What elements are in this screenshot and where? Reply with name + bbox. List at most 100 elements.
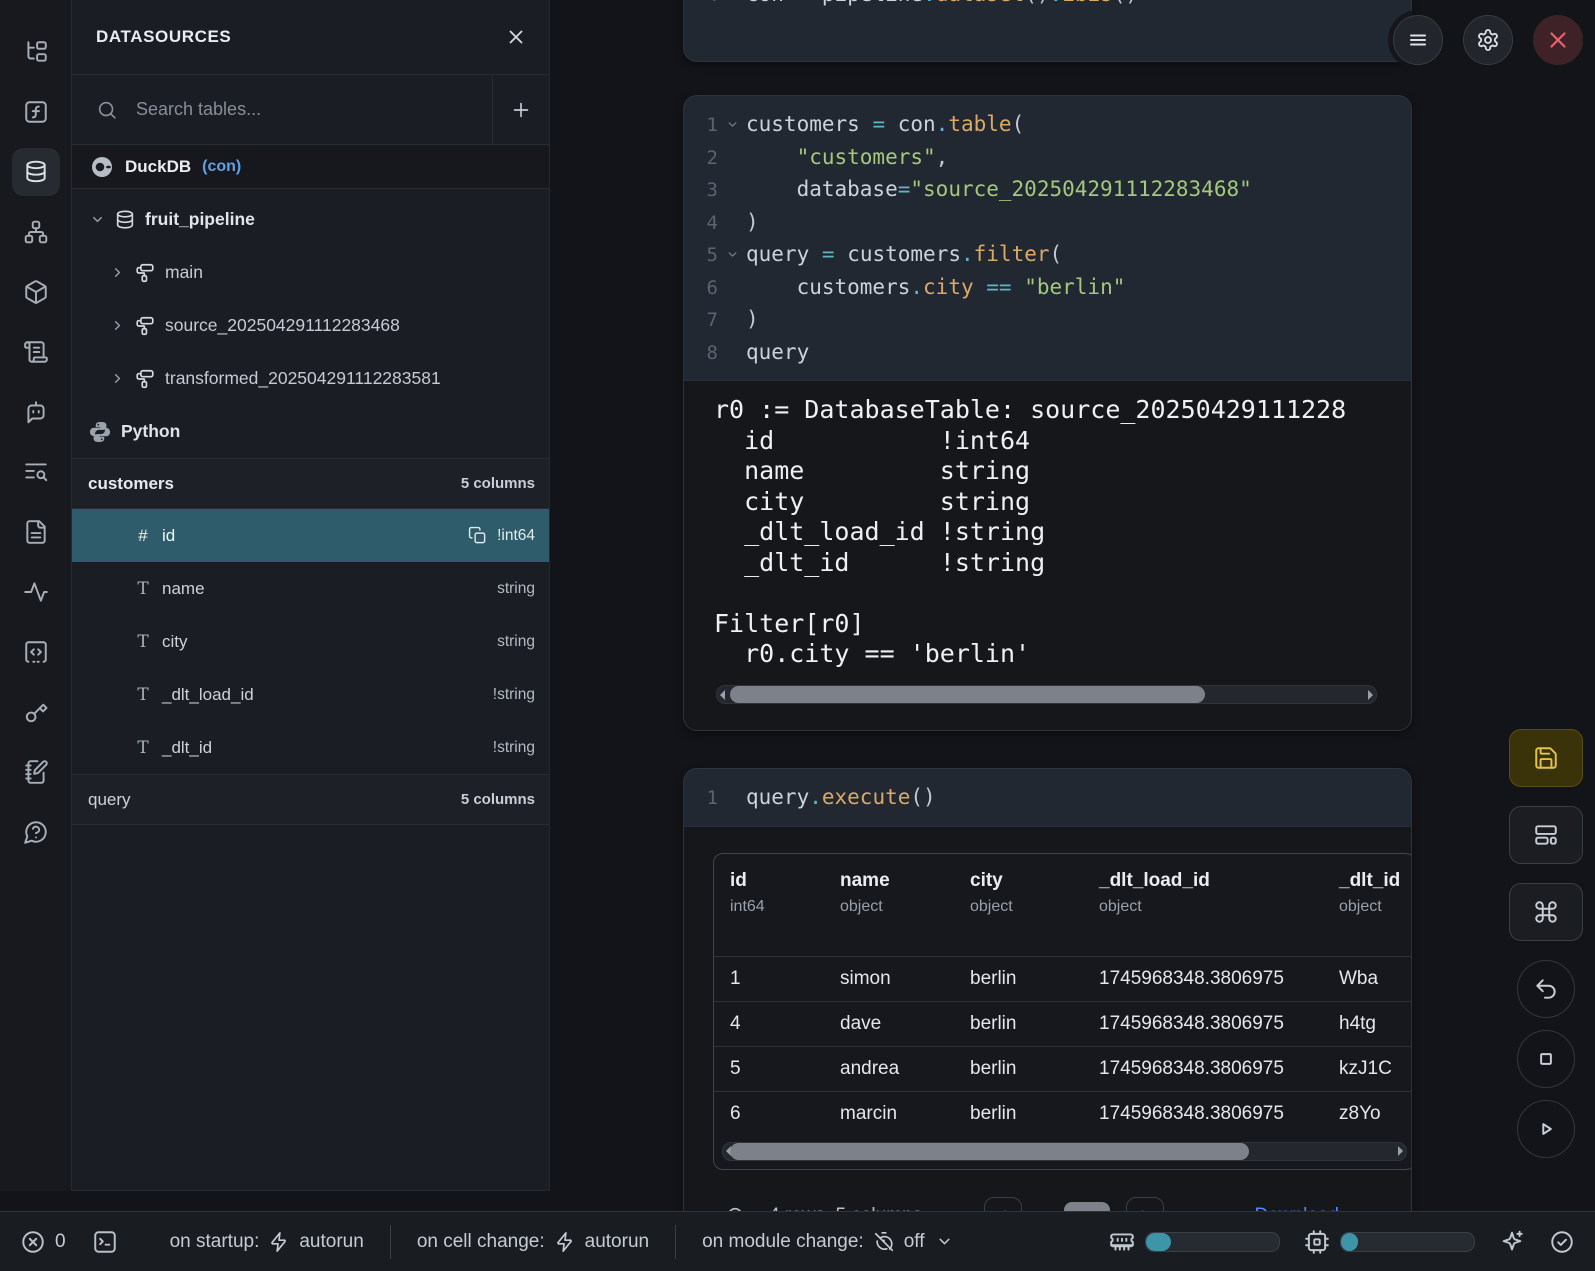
add-datasource-button[interactable] [492,75,549,144]
chevron-down-icon [726,248,739,261]
search-input[interactable] [134,98,492,121]
config-value: off [904,1231,925,1253]
output-h-scrollbar[interactable] [716,685,1377,704]
error-indicator[interactable]: 0 [20,1229,66,1255]
text-type-icon: T [132,632,154,652]
column-header-id[interactable]: idint64 [714,854,824,956]
rail-item-database[interactable] [12,148,60,196]
code-cell-execute[interactable]: 1query.execute() idint64nameobjectcityob… [683,768,1412,1211]
duckdb-logo-icon [90,155,114,179]
column-row-city[interactable]: Tcitystring [72,615,549,668]
column-row-_dlt_load_id[interactable]: T_dlt_load_id!string [72,668,549,721]
code-line[interactable]: 6 customers.city == "berlin" [684,271,1411,304]
datasources-panel: DATASOURCES DuckDB (con) fruit_pipeline … [72,0,550,1191]
python-section-row[interactable]: Python [72,405,549,458]
terminal-button[interactable] [92,1229,118,1255]
code-line[interactable]: 4con = pipeline.dataset().ibis() [684,0,1411,10]
chevron-right-icon [110,265,125,280]
run-config-2[interactable]: on module change:off [676,1231,978,1253]
command-button[interactable] [1509,883,1583,941]
close-panel-button[interactable] [505,26,527,48]
rail-item-activity[interactable] [12,568,60,616]
table-row[interactable]: 6marcinberlin1745968348.3806975z8Yo [714,1091,1412,1136]
database-row[interactable]: fruit_pipeline [72,193,549,246]
rail-item-list-search[interactable] [12,448,60,496]
prev-page-button[interactable] [984,1197,1022,1212]
rail-item-scroll-text[interactable] [12,328,60,376]
run-config-1[interactable]: on cell change:autorun [391,1231,675,1253]
stop-button[interactable] [1517,1030,1575,1088]
rail-item-box[interactable] [12,268,60,316]
rail-item-key[interactable] [12,688,60,736]
table-section-customers[interactable]: customers5 columns [72,458,549,509]
hash-type-icon: # [132,526,154,546]
table-row[interactable]: 4daveberlin1745968348.3806975h4tg [714,1001,1412,1046]
config-value: autorun [585,1231,649,1253]
menu-button[interactable] [1393,15,1443,65]
column-header-_dlt_load_id[interactable]: _dlt_load_idobject [1083,854,1323,956]
scroll-right-arrow[interactable] [1368,690,1373,700]
connection-status-button[interactable] [1549,1229,1575,1255]
save-button[interactable] [1509,729,1583,787]
column-row-id[interactable]: #id!int64 [72,509,549,562]
code-cell-setup[interactable]: 3pipeline = dlt.pipeline(pipeline_name="… [683,0,1412,62]
code-line[interactable]: 5query = customers.filter( [684,238,1411,271]
rail-item-file-text[interactable] [12,508,60,556]
close-x-button[interactable] [1533,15,1583,65]
code-cell-query[interactable]: 1customers = con.table(2 "customers",3 d… [683,95,1412,731]
code-line[interactable]: 7) [684,303,1411,336]
schema-row-main[interactable]: main [72,246,549,299]
database-icon [23,159,49,185]
schema-row-transformed_202504291112283581[interactable]: transformed_202504291112283581 [72,352,549,405]
column-row-_dlt_id[interactable]: T_dlt_id!string [72,721,549,774]
code-line[interactable]: 3 database="source_202504291112283468" [684,173,1411,206]
rail-item-notebook-pen[interactable] [12,748,60,796]
ai-assist-button[interactable] [1499,1229,1525,1255]
rail-item-function-square[interactable] [12,88,60,136]
layout-button[interactable] [1509,806,1583,864]
code-text: customers = con.table( [746,108,1024,141]
play-button[interactable] [1517,1100,1575,1158]
rail-item-bot-chat[interactable] [12,388,60,436]
rail-item-file-tree[interactable] [12,28,60,76]
key-icon [23,699,49,725]
column-header-name: id [730,870,824,892]
terminal-icon [92,1229,118,1255]
table-h-scrollbar[interactable] [722,1142,1407,1161]
line-number: 8 [684,337,718,370]
gear-button[interactable] [1463,15,1513,65]
line-number: 5 [684,239,718,272]
fold-marker[interactable] [718,248,746,261]
code-line[interactable]: 2 "customers", [684,141,1411,174]
plus-icon [510,99,532,121]
column-header-name[interactable]: nameobject [824,854,954,956]
schema-tree: fruit_pipeline mainsource_20250429111228… [72,189,549,458]
column-row-name[interactable]: Tnamestring [72,562,549,615]
code-line[interactable]: 1customers = con.table( [684,108,1411,141]
connection-row[interactable]: DuckDB (con) [72,145,549,189]
rail-item-help-bubble[interactable] [12,808,60,856]
scroll-right-arrow[interactable] [1398,1146,1403,1156]
scroll-thumb[interactable] [730,1143,1249,1160]
table-row[interactable]: 5andreaberlin1745968348.3806975kzJ1C [714,1046,1412,1091]
scroll-thumb[interactable] [730,686,1204,703]
rail-item-network[interactable] [12,208,60,256]
schema-row-source_202504291112283468[interactable]: source_202504291112283468 [72,299,549,352]
line-number: 4 [684,0,718,11]
fold-marker[interactable] [718,118,746,131]
help-bubble-icon [23,819,49,845]
column-header-city[interactable]: cityobject [954,854,1083,956]
table-section-query[interactable]: query5 columns [72,774,549,825]
column-meta: !string [493,739,535,757]
column-header-_dlt_id[interactable]: _dlt_idobject [1323,854,1412,956]
cell-output: r0 := DatabaseTable: source_202504291112… [684,380,1411,731]
scroll-left-arrow[interactable] [720,690,725,700]
undo-button[interactable] [1517,960,1575,1018]
table-row[interactable]: 1simonberlin1745968348.3806975Wba [714,956,1412,1001]
next-page-button[interactable] [1126,1197,1164,1212]
rail-item-code-snippet[interactable] [12,628,60,676]
code-line[interactable]: 8query [684,336,1411,369]
code-line[interactable]: 1query.execute() [684,781,1411,814]
code-line[interactable]: 4) [684,206,1411,239]
run-config-0[interactable]: on startup:autorun [144,1231,390,1253]
